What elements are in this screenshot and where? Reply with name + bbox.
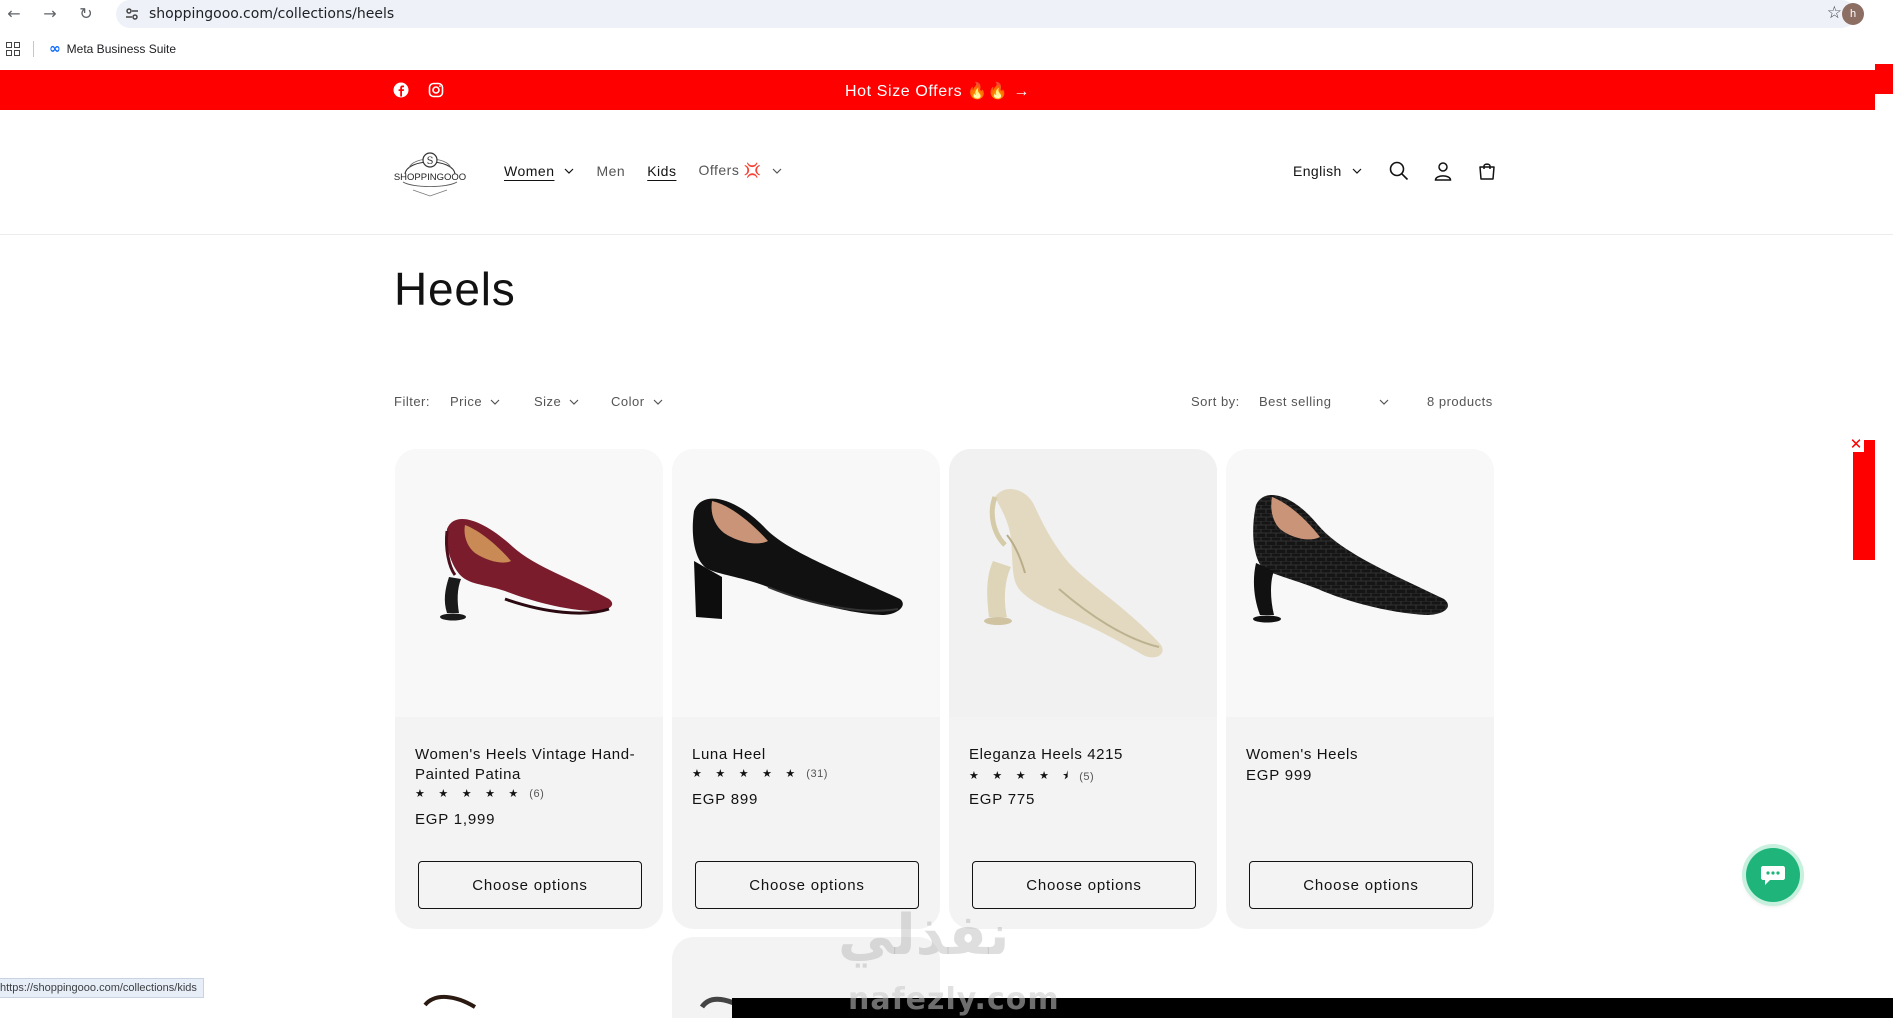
url-text[interactable]: shoppingooo.com/collections/heels [149,6,394,22]
chevron-down-icon [1352,168,1362,174]
apps-grid-icon[interactable] [6,42,20,56]
product-price: EGP 899 [692,791,759,808]
main-navigation: Women Men Kids Offers 💢 [504,162,804,179]
burgundy-pump-image [440,518,613,621]
back-arrow-icon[interactable]: ← [4,4,24,24]
status-url-tooltip: https://shoppingooo.com/collections/kids [0,978,204,998]
chevron-down-icon [569,399,579,405]
announcement-bar: Hot Size Offers 🔥🔥 → [0,70,1875,110]
chevron-down-icon [1379,399,1389,405]
language-selector[interactable]: English [1293,163,1362,179]
product-price: EGP 1,999 [415,811,496,828]
rating-stars: ★ ★ ★ ★ ★ (6) [415,787,544,800]
shoppingooo-logo[interactable]: S SHOPPINGOOO [393,148,467,200]
filter-option-label: Price [450,394,483,409]
product-image[interactable] [949,449,1217,717]
filter-label: Filter: [394,394,430,409]
product-price: EGP 999 [1246,767,1313,784]
forward-arrow-icon[interactable]: → [40,4,60,24]
nav-offers[interactable]: Offers 💢 [698,162,782,179]
product-title[interactable]: Women's Heels [1246,745,1476,765]
rating-count: (31) [806,767,828,780]
rating-stars: ★ ★ ★ ★ ★ (31) [692,767,828,780]
product-count: 8 products [1427,394,1493,409]
chevron-down-icon [490,399,500,405]
site-header: S SHOPPINGOOO Women Men Kids Offers 💢 En… [0,110,1893,235]
side-promo-tab[interactable] [1853,440,1875,560]
chevron-down-icon [565,168,574,174]
filter-size[interactable]: Size [534,394,579,409]
header-actions: English [1293,160,1520,182]
chevron-down-icon [653,399,663,405]
product-image[interactable] [1226,449,1494,717]
product-image[interactable] [395,449,663,717]
announcement-link[interactable]: Hot Size Offers 🔥🔥 → [0,81,1875,101]
stars-glyphs: ★ ★ ★ ★ ⯨ [969,769,1074,782]
chevron-down-icon [772,168,782,174]
page-title: Heels [394,263,516,315]
rating-count: (5) [1079,770,1095,783]
chat-bubble-icon [1761,866,1785,885]
nav-label: Women [504,162,555,179]
product-title[interactable]: Luna Heel [692,745,922,765]
product-card[interactable]: Luna Heel ★ ★ ★ ★ ★ (31) EGP 899 Choose … [672,449,940,929]
sort-label: Sort by: [1191,394,1240,409]
meta-logo-icon: ∞ [49,41,61,57]
filter-option-label: Color [611,394,645,409]
sort-select[interactable]: Best selling [1259,394,1389,409]
product-card[interactable]: Eleganza Heels 4215 ★ ★ ★ ★ ⯨ (5) EGP 77… [949,449,1217,929]
account-icon[interactable] [1432,160,1454,182]
stars-glyphs: ★ ★ ★ ★ ★ [692,767,801,780]
filter-color[interactable]: Color [611,394,663,409]
nav-label: Kids [647,162,677,179]
choose-options-button[interactable]: Choose options [972,861,1196,909]
rating-count: (6) [529,787,545,800]
filter-option-label: Size [534,394,562,409]
close-icon[interactable]: ✕ [1848,436,1864,452]
black-pump-image [692,498,903,619]
product-card[interactable] [395,937,663,1018]
bookmark-meta-business-suite[interactable]: ∞ Meta Business Suite [49,40,176,58]
stars-glyphs: ★ ★ ★ ★ ★ [415,787,524,800]
watermark-latin: nafezly.com [848,982,1060,1017]
choose-options-button[interactable]: Choose options [418,861,642,909]
product-card[interactable]: Women's Heels Vintage Hand-Painted Patin… [395,449,663,929]
product-image[interactable] [672,449,940,717]
filter-price[interactable]: Price [450,394,500,409]
product-card[interactable]: Women's Heels EGP 999 Choose options [1226,449,1494,929]
language-label: English [1293,163,1342,179]
next-product-image [423,995,477,1009]
search-icon[interactable] [1388,160,1410,182]
svg-text:S: S [427,156,434,167]
nav-label: Men [596,162,626,179]
gold-slingback-image [984,489,1163,658]
edge-overlay [1875,64,1893,94]
sort-value: Best selling [1259,394,1332,409]
bookmark-label: Meta Business Suite [66,42,177,56]
black-croc-pump-image [1253,494,1448,623]
browser-toolbar: ← → ↻ shoppingooo.com/collections/heels … [0,0,1893,28]
product-price: EGP 775 [969,791,1036,808]
profile-avatar[interactable]: h [1842,3,1864,25]
address-bar[interactable]: shoppingooo.com/collections/heels ☆ [116,0,1856,28]
choose-options-button[interactable]: Choose options [695,861,919,909]
filter-bar: Filter: Price Size Color Sort by: Best s… [394,394,1494,414]
product-title[interactable]: Women's Heels Vintage Hand-Painted Patin… [415,745,645,785]
nav-label: Offers 💢 [698,162,762,178]
chat-button[interactable] [1746,848,1800,902]
reload-icon[interactable]: ↻ [76,4,96,24]
cart-icon[interactable] [1476,160,1498,182]
logo-text: SHOPPINGOOO [394,172,466,183]
bookmark-star-icon[interactable]: ☆ [1827,3,1842,23]
product-title[interactable]: Eleganza Heels 4215 [969,745,1199,765]
watermark-arabic: نفذلي [838,903,1010,968]
bookmarks-bar: ∞ Meta Business Suite [0,36,1893,62]
rating-stars: ★ ★ ★ ★ ⯨ (5) [969,767,1094,786]
bookmark-divider [33,41,34,57]
choose-options-button[interactable]: Choose options [1249,861,1473,909]
nav-kids[interactable]: Kids [647,162,676,179]
nav-men[interactable]: Men [596,162,625,179]
nav-women[interactable]: Women [504,162,574,179]
site-settings-icon[interactable] [124,6,140,22]
